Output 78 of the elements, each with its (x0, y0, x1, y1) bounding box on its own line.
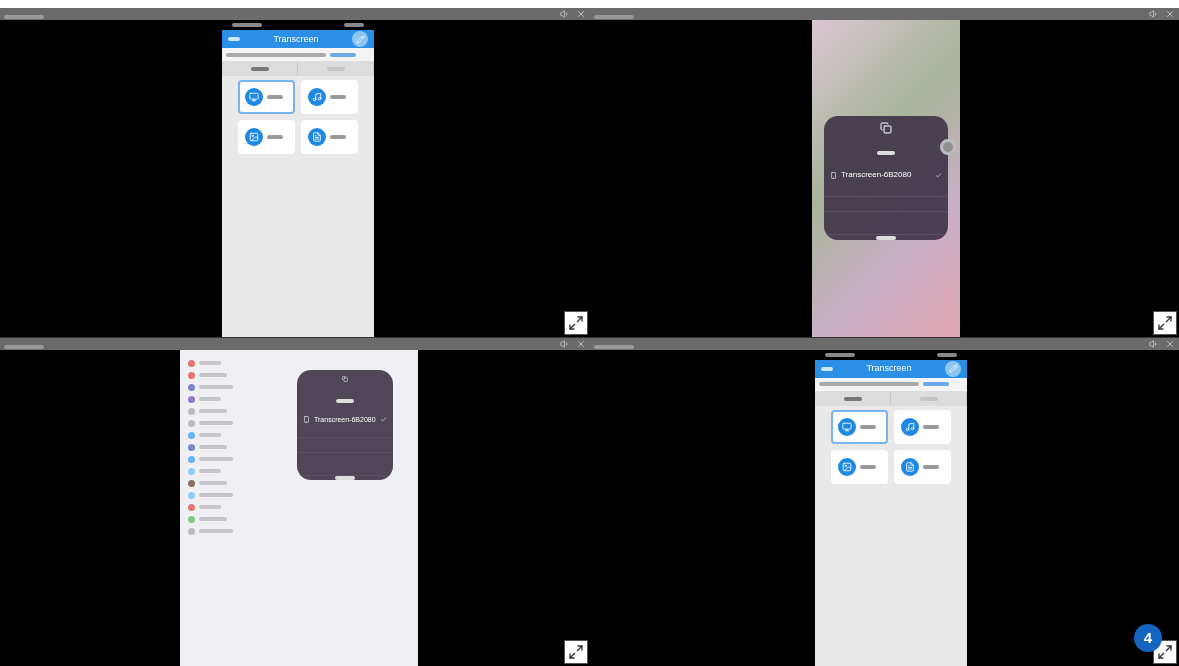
speaker-icon[interactable] (560, 338, 570, 349)
blurred-label (877, 151, 895, 155)
blurred-label (199, 445, 227, 449)
blurred-label (199, 529, 233, 533)
blurred-label (199, 421, 233, 425)
speaker-icon[interactable] (1149, 9, 1159, 19)
device-icon (303, 415, 310, 423)
fullscreen-button[interactable] (564, 310, 588, 335)
blurred-label (344, 23, 364, 27)
blurred-label (199, 361, 221, 365)
blurred-label (843, 396, 862, 401)
fullscreen-button[interactable] (1153, 310, 1177, 335)
device-row[interactable]: Transcreen-6B2080 (824, 168, 948, 182)
tile-icon (308, 88, 326, 106)
blurred-label (267, 95, 283, 99)
blurred-label (336, 398, 354, 403)
close-icon[interactable] (576, 9, 586, 19)
close-icon[interactable] (1165, 338, 1175, 349)
blurred-label (228, 37, 240, 41)
feature-tile[interactable] (831, 409, 888, 444)
blurred-label (876, 235, 896, 240)
blurred-label (232, 23, 262, 27)
screen-mirroring-icon (339, 375, 351, 382)
blurred-label (330, 135, 346, 139)
tile-icon (838, 457, 856, 476)
blurred-label (199, 433, 221, 437)
feature-tile[interactable] (238, 80, 295, 114)
blurred-label (199, 517, 227, 521)
blurred-label (199, 481, 227, 485)
tile-icon (308, 128, 326, 146)
blurred-label (330, 52, 356, 57)
tile-icon (901, 417, 919, 436)
tile-icon (245, 88, 263, 106)
app-title: Transcreen (273, 34, 319, 44)
blurred-label (825, 352, 855, 357)
blurred-label (594, 15, 634, 19)
device-name: Transcreen-6B2080 (841, 171, 913, 179)
blurred-label (860, 424, 876, 429)
assistive-touch-button[interactable] (940, 139, 956, 155)
tile-icon (245, 128, 263, 146)
blurred-label (199, 505, 221, 509)
blurred-label (923, 382, 949, 386)
blurred-label (199, 457, 233, 461)
blurred-label (594, 344, 634, 349)
edit-icon[interactable] (945, 360, 961, 377)
device-icon (830, 171, 837, 179)
tile-icon (901, 457, 919, 476)
blurred-label (937, 352, 957, 357)
expand-arrows-icon (568, 314, 584, 331)
tile-icon (838, 417, 856, 436)
blurred-label (923, 464, 939, 469)
expand-arrows-icon (1157, 644, 1173, 660)
fullscreen-button[interactable] (564, 640, 588, 664)
close-icon[interactable] (1165, 9, 1175, 19)
close-icon[interactable] (576, 338, 586, 349)
blurred-label (199, 409, 227, 413)
expand-arrows-icon (1157, 314, 1173, 331)
blurred-label (267, 135, 283, 139)
blurred-label (250, 67, 269, 71)
blurred-label (335, 475, 355, 480)
speaker-icon[interactable] (1149, 338, 1159, 349)
blurred-label (923, 424, 939, 429)
blurred-label (199, 385, 233, 389)
screen-mirroring-icon (880, 122, 892, 134)
blurred-label (4, 344, 44, 349)
edit-icon[interactable] (352, 31, 368, 47)
blurred-label (4, 15, 44, 19)
blurred-label (199, 373, 227, 377)
blurred-label (199, 397, 221, 401)
blurred-label (821, 366, 833, 371)
expand-arrows-icon (568, 644, 584, 660)
speaker-icon[interactable] (560, 9, 570, 19)
blurred-label (919, 396, 938, 401)
blurred-label (330, 95, 346, 99)
blurred-label (860, 464, 876, 469)
blurred-label (199, 493, 233, 497)
blurred-label (199, 469, 221, 473)
app-title: Transcreen (866, 364, 912, 373)
